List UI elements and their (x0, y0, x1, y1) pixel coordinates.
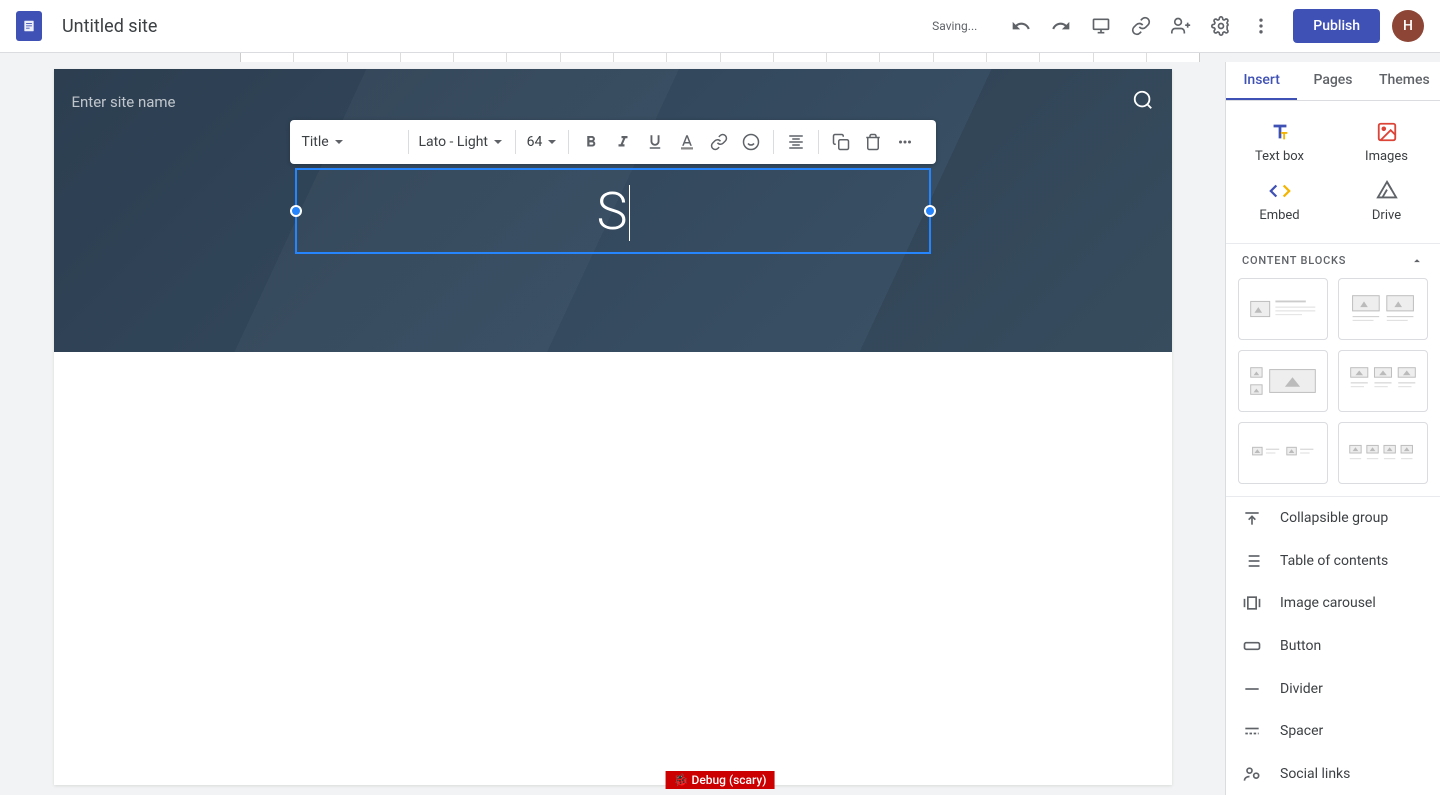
title-text[interactable]: S (597, 181, 629, 242)
insert-textbox-label: Text box (1255, 149, 1304, 164)
block-layout-1[interactable] (1238, 278, 1328, 340)
insert-divider[interactable]: Divider (1226, 667, 1440, 710)
resize-handle-right[interactable] (924, 205, 936, 217)
resize-handle-left[interactable] (290, 205, 302, 217)
tab-pages[interactable]: Pages (1297, 62, 1368, 100)
text-toolbar: Title Lato - Light 64 (290, 120, 936, 164)
insert-textbox[interactable]: Text box (1226, 113, 1333, 172)
title-text-box[interactable]: S (295, 168, 931, 254)
align-button[interactable] (780, 126, 812, 158)
insert-embed[interactable]: Embed (1226, 172, 1333, 231)
font-size-select[interactable]: 64 (522, 130, 562, 154)
font-select-label: Lato - Light (419, 134, 489, 150)
block-layout-4[interactable] (1338, 350, 1428, 412)
app-logo-icon[interactable] (16, 11, 42, 41)
tab-insert[interactable]: Insert (1226, 62, 1297, 100)
ruler (0, 53, 1440, 62)
app-header: Untitled site Saving... Publish H (0, 0, 1440, 53)
chevron-down-icon (548, 140, 556, 144)
more-format-button[interactable] (889, 126, 921, 158)
link-button[interactable] (1121, 6, 1161, 46)
sidebar-tabs: Insert Pages Themes (1226, 62, 1440, 101)
font-size-label: 64 (527, 134, 543, 150)
style-select[interactable]: Title (298, 130, 402, 154)
insert-button[interactable]: Button (1226, 625, 1440, 668)
redo-button[interactable] (1041, 6, 1081, 46)
content-blocks-header[interactable]: CONTENT BLOCKS (1226, 243, 1440, 278)
main-area: Enter site name Title Lato - Light 64 (0, 62, 1440, 795)
text-color-button[interactable] (671, 126, 703, 158)
insert-collapsible[interactable]: Collapsible group (1226, 497, 1440, 540)
document-title[interactable]: Untitled site (62, 16, 157, 37)
insert-images[interactable]: Images (1333, 113, 1440, 172)
search-icon[interactable] (1132, 89, 1154, 115)
preview-button[interactable] (1081, 6, 1121, 46)
text-cursor (629, 185, 630, 241)
bold-button[interactable] (575, 126, 607, 158)
underline-button[interactable] (639, 126, 671, 158)
emoji-button[interactable] (735, 126, 767, 158)
site-canvas[interactable]: Enter site name Title Lato - Light 64 (54, 69, 1172, 785)
insert-drive-label: Drive (1372, 208, 1401, 223)
insert-embed-label: Embed (1259, 208, 1299, 223)
settings-button[interactable] (1201, 6, 1241, 46)
italic-button[interactable] (607, 126, 639, 158)
block-layout-2[interactable] (1338, 278, 1428, 340)
block-layout-5[interactable] (1238, 422, 1328, 484)
insert-link-button[interactable] (703, 126, 735, 158)
right-sidebar: Insert Pages Themes Text box Images Embe… (1225, 62, 1440, 795)
save-status: Saving... (932, 19, 977, 33)
site-name-input[interactable]: Enter site name (72, 93, 176, 111)
undo-button[interactable] (1001, 6, 1041, 46)
canvas-area: Enter site name Title Lato - Light 64 (0, 62, 1225, 795)
delete-button[interactable] (857, 126, 889, 158)
chevron-down-icon (494, 140, 502, 144)
insert-spacer[interactable]: Spacer (1226, 710, 1440, 753)
block-layout-6[interactable] (1338, 422, 1428, 484)
publish-button[interactable]: Publish (1293, 9, 1380, 43)
hero-section[interactable]: Enter site name Title Lato - Light 64 (54, 69, 1172, 352)
block-layout-3[interactable] (1238, 350, 1328, 412)
debug-badge[interactable]: 🐞 Debug (scary) (666, 771, 775, 789)
tab-themes[interactable]: Themes (1369, 62, 1440, 100)
insert-toc[interactable]: Table of contents (1226, 539, 1440, 582)
content-blocks-grid (1226, 278, 1440, 496)
more-button[interactable] (1241, 6, 1281, 46)
chevron-down-icon (335, 140, 343, 144)
font-select[interactable]: Lato - Light (415, 130, 509, 154)
chevron-up-icon (1410, 254, 1424, 268)
duplicate-button[interactable] (825, 126, 857, 158)
insert-drive[interactable]: Drive (1333, 172, 1440, 231)
share-button[interactable] (1161, 6, 1201, 46)
insert-grid: Text box Images Embed Drive (1226, 101, 1440, 243)
style-select-label: Title (302, 134, 329, 150)
insert-social[interactable]: Social links (1226, 752, 1440, 795)
insert-carousel[interactable]: Image carousel (1226, 582, 1440, 625)
user-avatar[interactable]: H (1392, 10, 1424, 42)
insert-images-label: Images (1365, 149, 1408, 164)
